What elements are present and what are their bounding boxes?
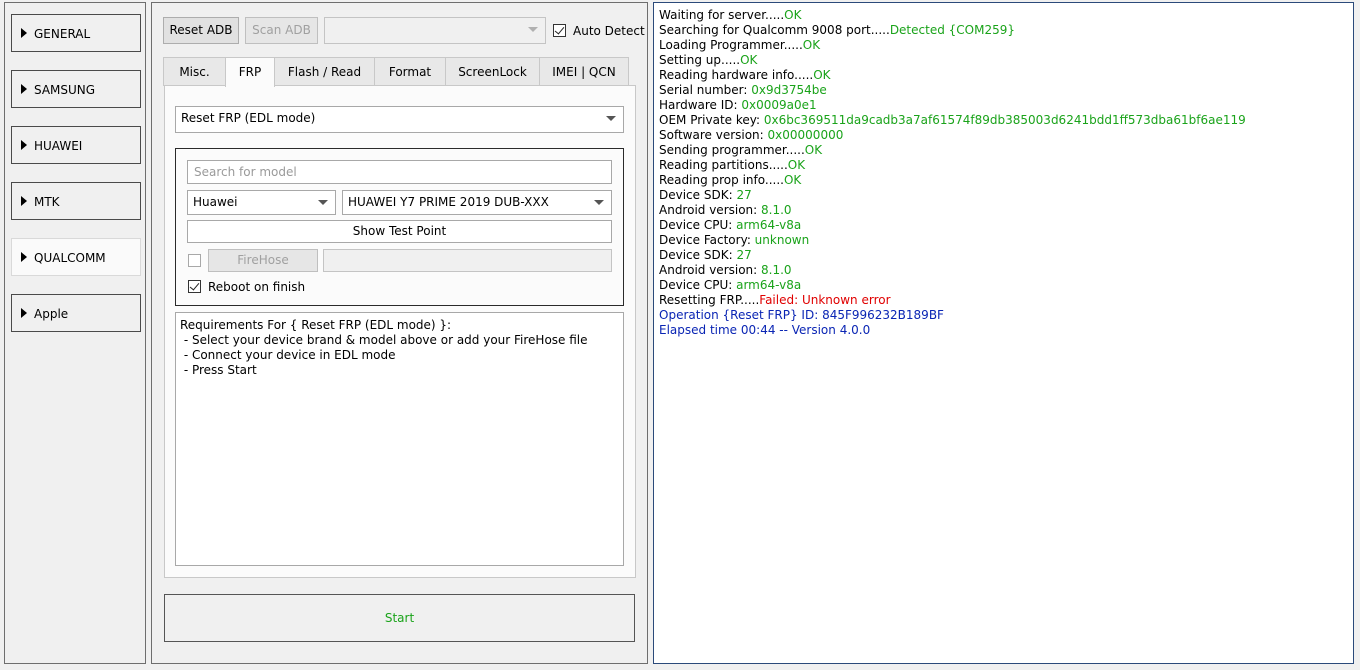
tab-misc[interactable]: Misc. [163,57,226,86]
log-line: Sending programmer.....OK [659,143,823,157]
model-search-input[interactable] [187,160,612,184]
log-line-error: Resetting FRP.....Failed: Unknown error [659,293,891,307]
firehose-button[interactable]: FireHose [208,249,318,272]
requirements-line: - Connect your device in EDL mode [180,348,396,362]
model-dropdown[interactable]: HUAWEI Y7 PRIME 2019 DUB-XXX [342,190,612,215]
log-line: Device CPU: arm64-v8a [659,218,802,232]
log-line: Searching for Qualcomm 9008 port.....Det… [659,23,1015,37]
triangle-right-icon [21,84,27,94]
triangle-right-icon [21,252,27,262]
requirements-textbox[interactable]: Requirements For { Reset FRP (EDL mode) … [175,312,624,566]
sidebar-item-general[interactable]: GENERAL [11,14,141,52]
log-output[interactable]: Waiting for server.....OK Searching for … [653,2,1354,664]
log-line: OEM Private key: 0x6bc369511da9cadb3a7af… [659,113,1246,127]
tab-frp[interactable]: FRP [225,57,275,87]
log-line: Device SDK: 27 [659,188,752,202]
start-button[interactable]: Start [164,594,635,642]
frp-operation-dropdown[interactable]: Reset FRP (EDL mode) [175,106,624,133]
log-line: Reading partitions.....OK [659,158,806,172]
brand-value: Huawei [193,195,238,209]
sidebar-item-label: Apple [34,307,69,321]
requirements-line: - Press Start [180,363,257,377]
log-line: Reading prop info.....OK [659,173,802,187]
sidebar-item-label: SAMSUNG [34,83,96,97]
tab-flash-read[interactable]: Flash / Read [274,57,375,86]
sidebar-item-huawei[interactable]: HUAWEI [11,126,141,164]
show-test-point-button[interactable]: Show Test Point [187,220,612,243]
log-line: Software version: 0x00000000 [659,128,844,142]
log-line: Hardware ID: 0x0009a0e1 [659,98,817,112]
chevron-down-icon [318,200,328,205]
log-line: Serial number: 0x9d3754be [659,83,827,97]
reboot-on-finish-label: Reboot on finish [208,280,306,294]
log-line: Device CPU: arm64-v8a [659,278,802,292]
device-port-dropdown[interactable] [324,17,546,44]
triangle-right-icon [21,28,27,38]
frp-operation-value: Reset FRP (EDL mode) [181,111,316,125]
log-line: Loading Programmer.....OK [659,38,821,52]
log-line: Reading hardware info.....OK [659,68,831,82]
log-line-elapsed: Elapsed time 00:44 -- Version 4.0.0 [659,323,871,337]
log-line-operation-id: Operation {Reset FRP} ID: 845F996232B189… [659,308,944,322]
reset-adb-button[interactable]: Reset ADB [163,17,239,44]
triangle-right-icon [21,196,27,206]
firehose-checkbox[interactable] [188,254,201,267]
sidebar-item-label: GENERAL [34,27,91,41]
sidebar-item-qualcomm[interactable]: QUALCOMM [11,238,141,276]
model-value: HUAWEI Y7 PRIME 2019 DUB-XXX [348,195,549,209]
sidebar-item-apple[interactable]: Apple [11,294,141,332]
log-line: Setting up.....OK [659,53,758,67]
sidebar-item-label: QUALCOMM [34,251,106,265]
tab-imei-qcn[interactable]: IMEI | QCN [539,57,629,86]
chevron-down-icon [528,27,538,32]
auto-detect-label: Auto Detect [573,24,645,38]
log-line: Waiting for server.....OK [659,8,802,22]
triangle-right-icon [21,140,27,150]
log-line: Device Factory: unknown [659,233,810,247]
log-line: Android version: 8.1.0 [659,263,792,277]
tab-screenlock[interactable]: ScreenLock [445,57,540,86]
sidebar-item-label: MTK [34,195,60,209]
chevron-down-icon [606,116,616,121]
log-line: Android version: 8.1.0 [659,203,792,217]
auto-detect-checkbox[interactable] [553,24,566,37]
chevron-down-icon [594,200,604,205]
reboot-on-finish-checkbox[interactable] [188,280,201,293]
firehose-path-field[interactable] [323,249,612,272]
scan-adb-button[interactable]: Scan ADB [245,17,318,44]
sidebar-item-label: HUAWEI [34,139,83,153]
log-line: Device SDK: 27 [659,248,752,262]
requirements-line: - Select your device brand & model above… [180,333,588,347]
sidebar-item-samsung[interactable]: SAMSUNG [11,70,141,108]
brand-sidebar: GENERAL SAMSUNG HUAWEI MTK QUALCOMM Appl… [4,2,146,664]
requirements-line: Requirements For { Reset FRP (EDL mode) … [180,318,452,332]
brand-dropdown[interactable]: Huawei [187,190,336,215]
triangle-right-icon [21,308,27,318]
tab-format[interactable]: Format [374,57,446,86]
sidebar-item-mtk[interactable]: MTK [11,182,141,220]
